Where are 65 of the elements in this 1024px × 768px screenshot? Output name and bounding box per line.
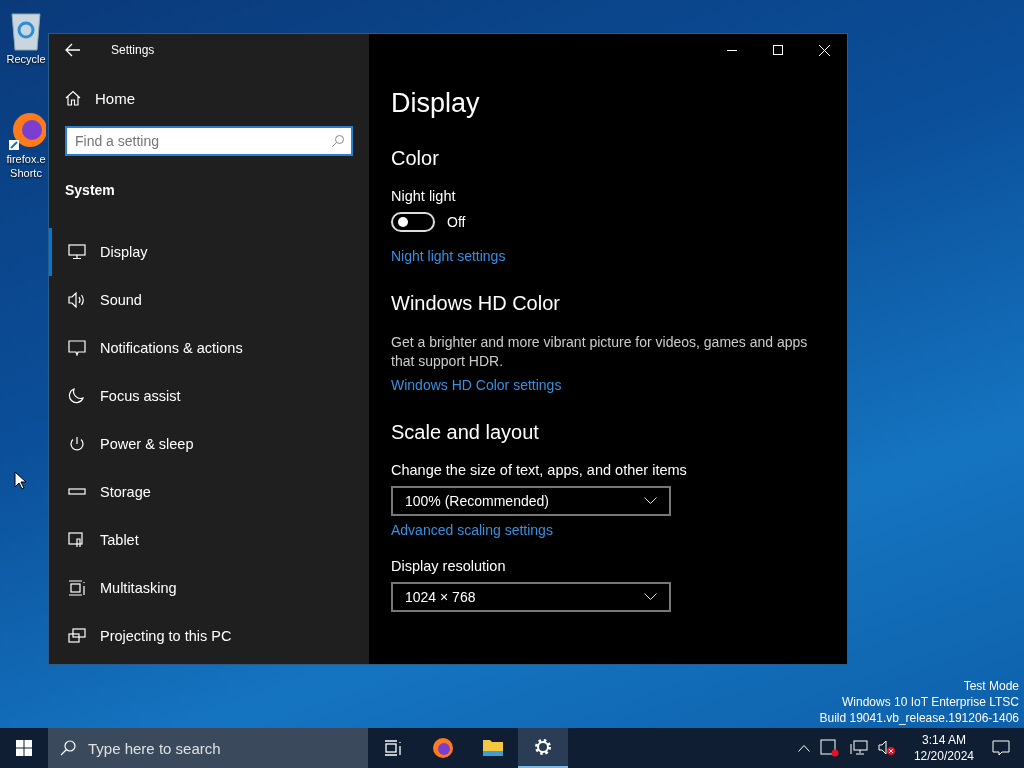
close-icon <box>818 44 830 56</box>
desktop-notice-text: Windows 10 IoT Enterprise LTSC <box>842 694 1019 710</box>
section-heading: Windows HD Color <box>391 292 561 315</box>
dropdown[interactable]: 1024 × 768 <box>391 582 671 612</box>
sidebar-item[interactable]: Projecting to this PC <box>49 612 369 660</box>
section-heading: System <box>64 181 116 198</box>
sidebar-item[interactable]: Sound <box>49 276 369 324</box>
muted-speaker-icon[interactable] <box>877 740 896 756</box>
desktop-icon-label: Shortc <box>10 166 42 180</box>
sidebar-item[interactable]: Storage <box>49 468 369 516</box>
section-heading: Scale and layout <box>391 421 540 444</box>
chevron-down-icon <box>644 497 657 505</box>
network-icon[interactable] <box>849 740 868 756</box>
desktop-icon-label: Recycle <box>6 52 46 66</box>
tablet-icon <box>68 532 86 548</box>
gear-icon <box>533 737 553 757</box>
sidebar-item[interactable]: Display <box>49 228 369 276</box>
settings-link[interactable]: Windows HD Color settings <box>391 377 562 393</box>
sidebar-item[interactable]: Notifications & actions <box>49 324 369 372</box>
maximize-icon <box>773 45 783 55</box>
chevron-down-icon <box>644 593 657 601</box>
sidebar-item[interactable]: Tablet <box>49 516 369 564</box>
setting-label: Change the size of text, apps, and other items <box>391 462 688 478</box>
description-text: Get a brighter and more vibrant picture for videos, games and apps that support HDR. <box>391 333 809 371</box>
house-icon <box>65 90 81 106</box>
sidebar-item[interactable]: Focus assist <box>49 372 369 420</box>
notification-icon[interactable] <box>992 740 1010 756</box>
power-icon <box>68 436 86 452</box>
monitor-icon <box>68 244 86 260</box>
firefox-icon <box>432 737 454 759</box>
toggle-switch[interactable] <box>391 212 435 232</box>
window-title: Settings <box>111 43 155 57</box>
taskbar-search-field[interactable]: Type here to search <box>48 728 368 768</box>
message-icon <box>68 340 86 356</box>
settings-link[interactable]: Night light settings <box>391 248 506 264</box>
page-title: Display <box>391 88 481 119</box>
minimize-icon <box>727 49 737 51</box>
back-arrow-icon[interactable] <box>65 43 81 57</box>
home-nav-item[interactable]: Home <box>49 76 369 120</box>
security-alert-icon[interactable] <box>819 739 840 757</box>
search-icon <box>60 740 76 756</box>
search-icon <box>331 134 345 148</box>
moon-icon <box>68 388 86 404</box>
chevron-up-icon[interactable] <box>797 744 810 752</box>
desktop-notice-text: Test Mode <box>963 678 1019 694</box>
search-field[interactable]: Find a setting <box>65 126 353 156</box>
setting-label: Night light <box>391 188 457 204</box>
folder-icon <box>482 739 504 757</box>
clock[interactable]: 3:14 AM 12/20/2024 <box>905 732 982 764</box>
multitask-icon <box>68 580 86 596</box>
speaker-icon <box>68 292 86 308</box>
dropdown[interactable]: 100% (Recommended) <box>391 486 671 516</box>
desktop-icon-label: firefox.e <box>6 152 46 166</box>
project-icon <box>68 628 86 644</box>
toggle-state-label: Off <box>447 214 466 230</box>
sidebar-item[interactable]: Multitasking <box>49 564 369 612</box>
desktop-notice-text: Build 19041.vb_release.191206-1406 <box>819 710 1019 726</box>
sidebar-item[interactable]: Power & sleep <box>49 420 369 468</box>
settings-link[interactable]: Advanced scaling settings <box>391 522 553 538</box>
mouse-pointer-icon <box>14 471 26 490</box>
task-view-icon <box>384 740 402 756</box>
taskbar-app-button[interactable] <box>518 728 568 768</box>
setting-label: Display resolution <box>391 558 507 574</box>
windows-logo-icon <box>16 740 32 756</box>
section-heading: Color <box>391 147 440 170</box>
